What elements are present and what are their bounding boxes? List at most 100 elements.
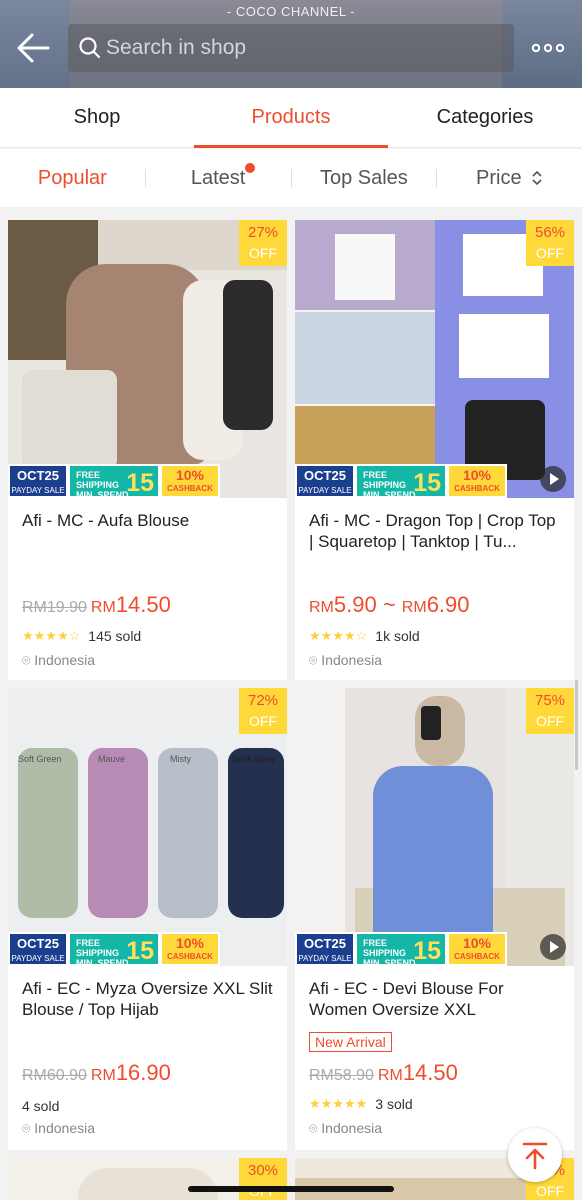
product-card[interactable]: Soft Green Mauve Misty Dark Navy 72% OFF … [8,688,287,1150]
discount-percent: 75% [534,692,566,709]
currency-label: RM [90,599,116,616]
discount-off-label: OFF [536,1183,564,1199]
payday-sale-badge: OCT25 PAYDAY SALE [295,464,355,498]
back-arrow-icon[interactable] [14,30,54,66]
discount-percent: 56% [534,224,566,241]
free-shipping-badge: FREE SHIPPING MIN. SPEND 15 [68,932,160,966]
free-shipping-badge: FREE SHIPPING MIN. SPEND 15 [68,464,160,498]
sort-top-sales[interactable]: Top Sales [292,167,437,190]
sort-popular[interactable]: Popular [0,167,145,190]
tab-categories[interactable]: Categories [388,88,582,147]
price-min: 5.90 [333,592,377,617]
current-price: RM16.90 [91,1060,171,1085]
currency-label: RM [401,599,427,616]
free-shipping-amount: 15 [413,937,441,965]
search-input[interactable] [106,32,496,64]
channel-title: - COCO CHANNEL - [226,4,356,19]
product-image: 75% OFF OCT25 PAYDAY SALE FREE SHIPPING MIN.… [295,688,574,966]
discount-off-label: OFF [249,713,277,729]
product-name: Afi - EC - Devi Blouse For Women Oversiz… [309,979,504,1019]
currency-label: RM [377,1067,403,1084]
product-card[interactable]: 27% OFF OCT25 PAYDAY SALE FREE SHIPPING MIN.… [8,220,287,680]
scroll-to-top-button[interactable] [508,1128,562,1182]
free-shipping-line: FREE [76,938,101,948]
home-indicator[interactable] [188,1186,394,1192]
rating-stars-icon: ★★★★★ [309,1096,368,1111]
sold-count: 4 sold [22,1098,60,1114]
payday-sale-label: OCT25 [17,468,59,483]
location: ⌾ Indonesia [309,1120,382,1137]
cashback-badge: 10% CASHBACK [447,932,507,966]
video-play-icon[interactable] [540,934,566,960]
video-play-icon[interactable] [540,466,566,492]
payday-sale-sub: PAYDAY SALE [11,486,65,495]
current-price: RM14.50 [378,1060,458,1085]
currency-label: RM [90,1067,116,1084]
discount-badge: 75% OFF [526,688,574,734]
location-pin-icon: ⌾ [22,1120,35,1136]
free-shipping-line: SHIPPING [76,948,120,958]
new-indicator-dot [245,162,256,173]
location-pin-icon: ⌾ [22,652,35,668]
cashback-label: CASHBACK [167,952,213,961]
cashback-label: CASHBACK [167,484,213,493]
shop-products-page: { "header": { "channel_title": "- COCO C… [0,0,582,1200]
free-shipping-amount: 15 [413,469,441,497]
cashback-percent: 10% [175,935,205,951]
free-shipping-line: FREE [76,470,101,480]
free-shipping-amount: 15 [126,469,154,497]
arrow-up-icon [522,1142,548,1170]
product-name: Afi - MC - Aufa Blouse [22,511,190,530]
cashback-percent: 10% [175,467,205,483]
product-card[interactable]: 30%OFF [8,1158,287,1200]
price-row: RM58.90 RM14.50 [309,1060,458,1086]
shop-tabs: Shop Products Categories [0,88,582,148]
price-range: RM5.90 ~ RM6.90 [309,592,470,618]
tab-products[interactable]: Products [194,88,388,148]
current-price: RM14.50 [91,592,171,617]
free-shipping-line: MIN. SPEND [363,958,416,966]
product-card[interactable]: 56% OFF OCT25 PAYDAY SALE FREE SHIPPING MIN.… [295,220,574,680]
cashback-label: CASHBACK [454,952,500,961]
more-options-icon[interactable] [530,36,566,60]
payday-sale-sub: PAYDAY SALE [298,954,352,963]
location: ⌾ Indonesia [309,652,382,669]
payday-sale-badge: OCT25 PAYDAY SALE [8,464,68,498]
rating-sold-row: ★★★★☆ 1k sold [309,628,420,644]
discount-badge: 27% OFF [239,220,287,266]
discount-badge: 30%OFF [239,1158,287,1200]
shop-search-bar[interactable] [68,24,514,72]
rating-stars-icon: ★★★★☆ [309,628,368,643]
location: ⌾ Indonesia [22,1120,95,1137]
promo-banner: OCT25 PAYDAY SALE FREE SHIPPING MIN. SPEND 1… [8,464,287,498]
original-price: RM58.90 [309,1067,374,1084]
free-shipping-badge: FREE SHIPPING MIN. SPEND 15 [355,464,447,498]
original-price: RM19.90 [22,599,87,616]
original-price: RM60.90 [22,1067,87,1084]
discount-percent: 30% [247,1162,279,1179]
sort-latest[interactable]: Latest [146,162,291,190]
rating-sold-row: ★★★★☆ 145 sold [22,628,141,644]
sold-row: 4 sold [22,1098,59,1114]
product-card[interactable]: 75% OFF OCT25 PAYDAY SALE FREE SHIPPING MIN.… [295,688,574,1150]
product-image: 30%OFF [8,1158,287,1200]
search-icon [79,37,101,59]
location-text: Indonesia [321,652,383,668]
payday-sale-sub: PAYDAY SALE [298,486,352,495]
product-image: Soft Green Mauve Misty Dark Navy 72% OFF … [8,688,287,966]
scrollbar[interactable] [575,680,578,770]
sort-price[interactable]: Price [437,167,582,190]
payday-sale-badge: OCT25 PAYDAY SALE [8,932,68,966]
rating-stars-icon: ★★★★☆ [22,628,81,643]
free-shipping-line: SHIPPING [363,480,407,490]
free-shipping-line: SHIPPING [363,948,407,958]
rating-sold-row: ★★★★★ 3 sold [309,1096,413,1112]
promo-banner: OCT25 PAYDAY SALE FREE SHIPPING MIN. SPEND 1… [295,464,574,498]
cashback-percent: 10% [462,467,492,483]
sort-popular-label: Popular [37,166,107,189]
product-image: 56% OFF OCT25 PAYDAY SALE FREE SHIPPING MIN.… [295,220,574,498]
discount-badge: 72% OFF [239,688,287,734]
cashback-badge: 10% CASHBACK [160,932,220,966]
location-text: Indonesia [34,1120,96,1136]
tab-shop[interactable]: Shop [0,88,194,147]
